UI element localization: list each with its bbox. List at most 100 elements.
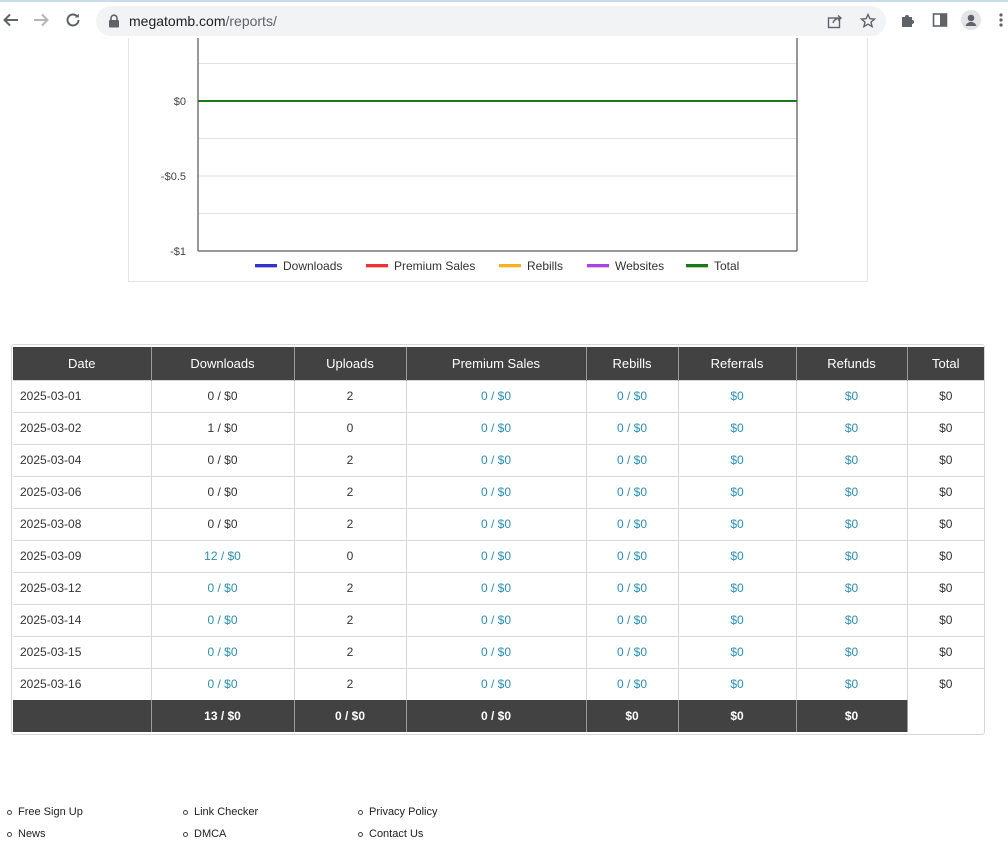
cell-uploads: 2: [294, 603, 407, 636]
downloads-link[interactable]: 0 / $0: [207, 677, 237, 691]
refunds-link[interactable]: $0: [845, 613, 858, 627]
address-bar[interactable]: megatomb.com/reports/: [96, 6, 886, 36]
premium-sales-link[interactable]: 0 / $0: [481, 453, 511, 467]
rebills-link[interactable]: 0 / $0: [617, 549, 647, 563]
url-text: megatomb.com/reports/: [129, 13, 277, 29]
chart-y-tick-label: -$1: [170, 246, 186, 258]
premium-sales-link[interactable]: 0 / $0: [481, 581, 511, 595]
share-button[interactable]: [825, 11, 845, 31]
premium-sales-link[interactable]: 0 / $0: [481, 549, 511, 563]
rebills-link[interactable]: 0 / $0: [617, 613, 647, 627]
refunds-link[interactable]: $0: [845, 645, 858, 659]
totals-cell: 0 / $0: [406, 700, 587, 732]
cell-rebills: 0 / $0: [586, 539, 679, 572]
rebills-link[interactable]: 0 / $0: [617, 389, 647, 403]
cell-rebills: 0 / $0: [586, 603, 679, 636]
refunds-link[interactable]: $0: [845, 581, 858, 595]
footer-column-1: Free Sign Up News: [7, 800, 83, 844]
chart-y-tick-label: -$0.5: [161, 171, 186, 183]
referrals-link[interactable]: $0: [730, 453, 743, 467]
refunds-link[interactable]: $0: [845, 677, 858, 691]
refunds-link[interactable]: $0: [845, 485, 858, 499]
rebills-link[interactable]: 0 / $0: [617, 485, 647, 499]
downloads-link[interactable]: 0 / $0: [207, 581, 237, 595]
cell-date: 2025-03-14: [13, 603, 152, 636]
cell-downloads: 0 / $0: [151, 571, 295, 604]
refunds-link[interactable]: $0: [845, 453, 858, 467]
cell-total: $0: [907, 635, 984, 668]
cell-total: $0: [907, 571, 984, 604]
table-row: 2025-03-06 0 / $0 2 0 / $0 0 / $0 $0 $0 $0: [13, 475, 984, 508]
premium-sales-link[interactable]: 0 / $0: [481, 421, 511, 435]
refunds-link[interactable]: $0: [845, 389, 858, 403]
col-header-downloads[interactable]: Downloads: [151, 347, 295, 380]
cell-total: $0: [907, 507, 984, 540]
referrals-link[interactable]: $0: [730, 485, 743, 499]
referrals-link[interactable]: $0: [730, 549, 743, 563]
legend-swatch: [587, 264, 609, 267]
rebills-link[interactable]: 0 / $0: [617, 517, 647, 531]
cell-uploads: 2: [294, 667, 407, 700]
referrals-link[interactable]: $0: [730, 581, 743, 595]
side-panel-button[interactable]: [930, 10, 950, 30]
referrals-link[interactable]: $0: [730, 517, 743, 531]
col-header-rebills[interactable]: Rebills: [586, 347, 679, 380]
col-header-uploads[interactable]: Uploads: [294, 347, 407, 380]
referrals-link[interactable]: $0: [730, 613, 743, 627]
footer-link-news[interactable]: News: [7, 822, 83, 844]
footer-link-contact-us[interactable]: Contact Us: [358, 822, 437, 844]
cell-rebills: 0 / $0: [586, 443, 679, 476]
star-icon: [860, 13, 876, 29]
cell-refunds: $0: [796, 539, 908, 572]
col-header-refunds[interactable]: Refunds: [796, 347, 908, 380]
cell-downloads: 0 / $0: [151, 507, 295, 540]
refunds-link[interactable]: $0: [845, 549, 858, 563]
table-row: 2025-03-14 0 / $0 2 0 / $0 0 / $0 $0 $0 $0: [13, 603, 984, 636]
refunds-link[interactable]: $0: [845, 421, 858, 435]
downloads-link[interactable]: 0 / $0: [207, 645, 237, 659]
footer-link-privacy-policy[interactable]: Privacy Policy: [358, 800, 437, 822]
referrals-link[interactable]: $0: [730, 421, 743, 435]
cell-premium-sales: 0 / $0: [406, 539, 587, 572]
lock-icon: [109, 14, 119, 28]
col-header-date[interactable]: Date: [13, 347, 152, 380]
downloads-link[interactable]: 12 / $0: [204, 549, 241, 563]
col-header-referrals[interactable]: Referrals: [678, 347, 797, 380]
profile-button[interactable]: [961, 10, 981, 30]
bookmark-button[interactable]: [858, 11, 878, 31]
menu-button[interactable]: [994, 10, 1008, 30]
cell-downloads: 1 / $0: [151, 411, 295, 444]
extensions-button[interactable]: [898, 10, 918, 30]
rebills-link[interactable]: 0 / $0: [617, 645, 647, 659]
cell-total: $0: [907, 411, 984, 444]
cell-total: $0: [907, 379, 984, 412]
premium-sales-link[interactable]: 0 / $0: [481, 389, 511, 403]
col-header-premium-sales[interactable]: Premium Sales: [406, 347, 587, 380]
referrals-link[interactable]: $0: [730, 645, 743, 659]
footer-link-link-checker[interactable]: Link Checker: [183, 800, 258, 822]
footer-link-dmca[interactable]: DMCA: [183, 822, 258, 844]
refunds-link[interactable]: $0: [845, 517, 858, 531]
legend-label: Websites: [615, 259, 664, 273]
referrals-link[interactable]: $0: [730, 677, 743, 691]
rebills-link[interactable]: 0 / $0: [617, 421, 647, 435]
cell-rebills: 0 / $0: [586, 507, 679, 540]
premium-sales-link[interactable]: 0 / $0: [481, 645, 511, 659]
premium-sales-link[interactable]: 0 / $0: [481, 613, 511, 627]
rebills-link[interactable]: 0 / $0: [617, 581, 647, 595]
cell-premium-sales: 0 / $0: [406, 635, 587, 668]
back-button[interactable]: [0, 9, 22, 31]
col-header-total[interactable]: Total: [907, 347, 984, 380]
rebills-link[interactable]: 0 / $0: [617, 677, 647, 691]
premium-sales-link[interactable]: 0 / $0: [481, 517, 511, 531]
premium-sales-link[interactable]: 0 / $0: [481, 677, 511, 691]
forward-button[interactable]: [30, 9, 52, 31]
footer-link-free-sign-up[interactable]: Free Sign Up: [7, 800, 83, 822]
reload-button[interactable]: [62, 9, 84, 31]
downloads-link[interactable]: 0 / $0: [207, 613, 237, 627]
rebills-link[interactable]: 0 / $0: [617, 453, 647, 467]
referrals-link[interactable]: $0: [730, 389, 743, 403]
premium-sales-link[interactable]: 0 / $0: [481, 485, 511, 499]
legend-swatch-shadow: [255, 267, 277, 268]
cell-referrals: $0: [678, 539, 797, 572]
